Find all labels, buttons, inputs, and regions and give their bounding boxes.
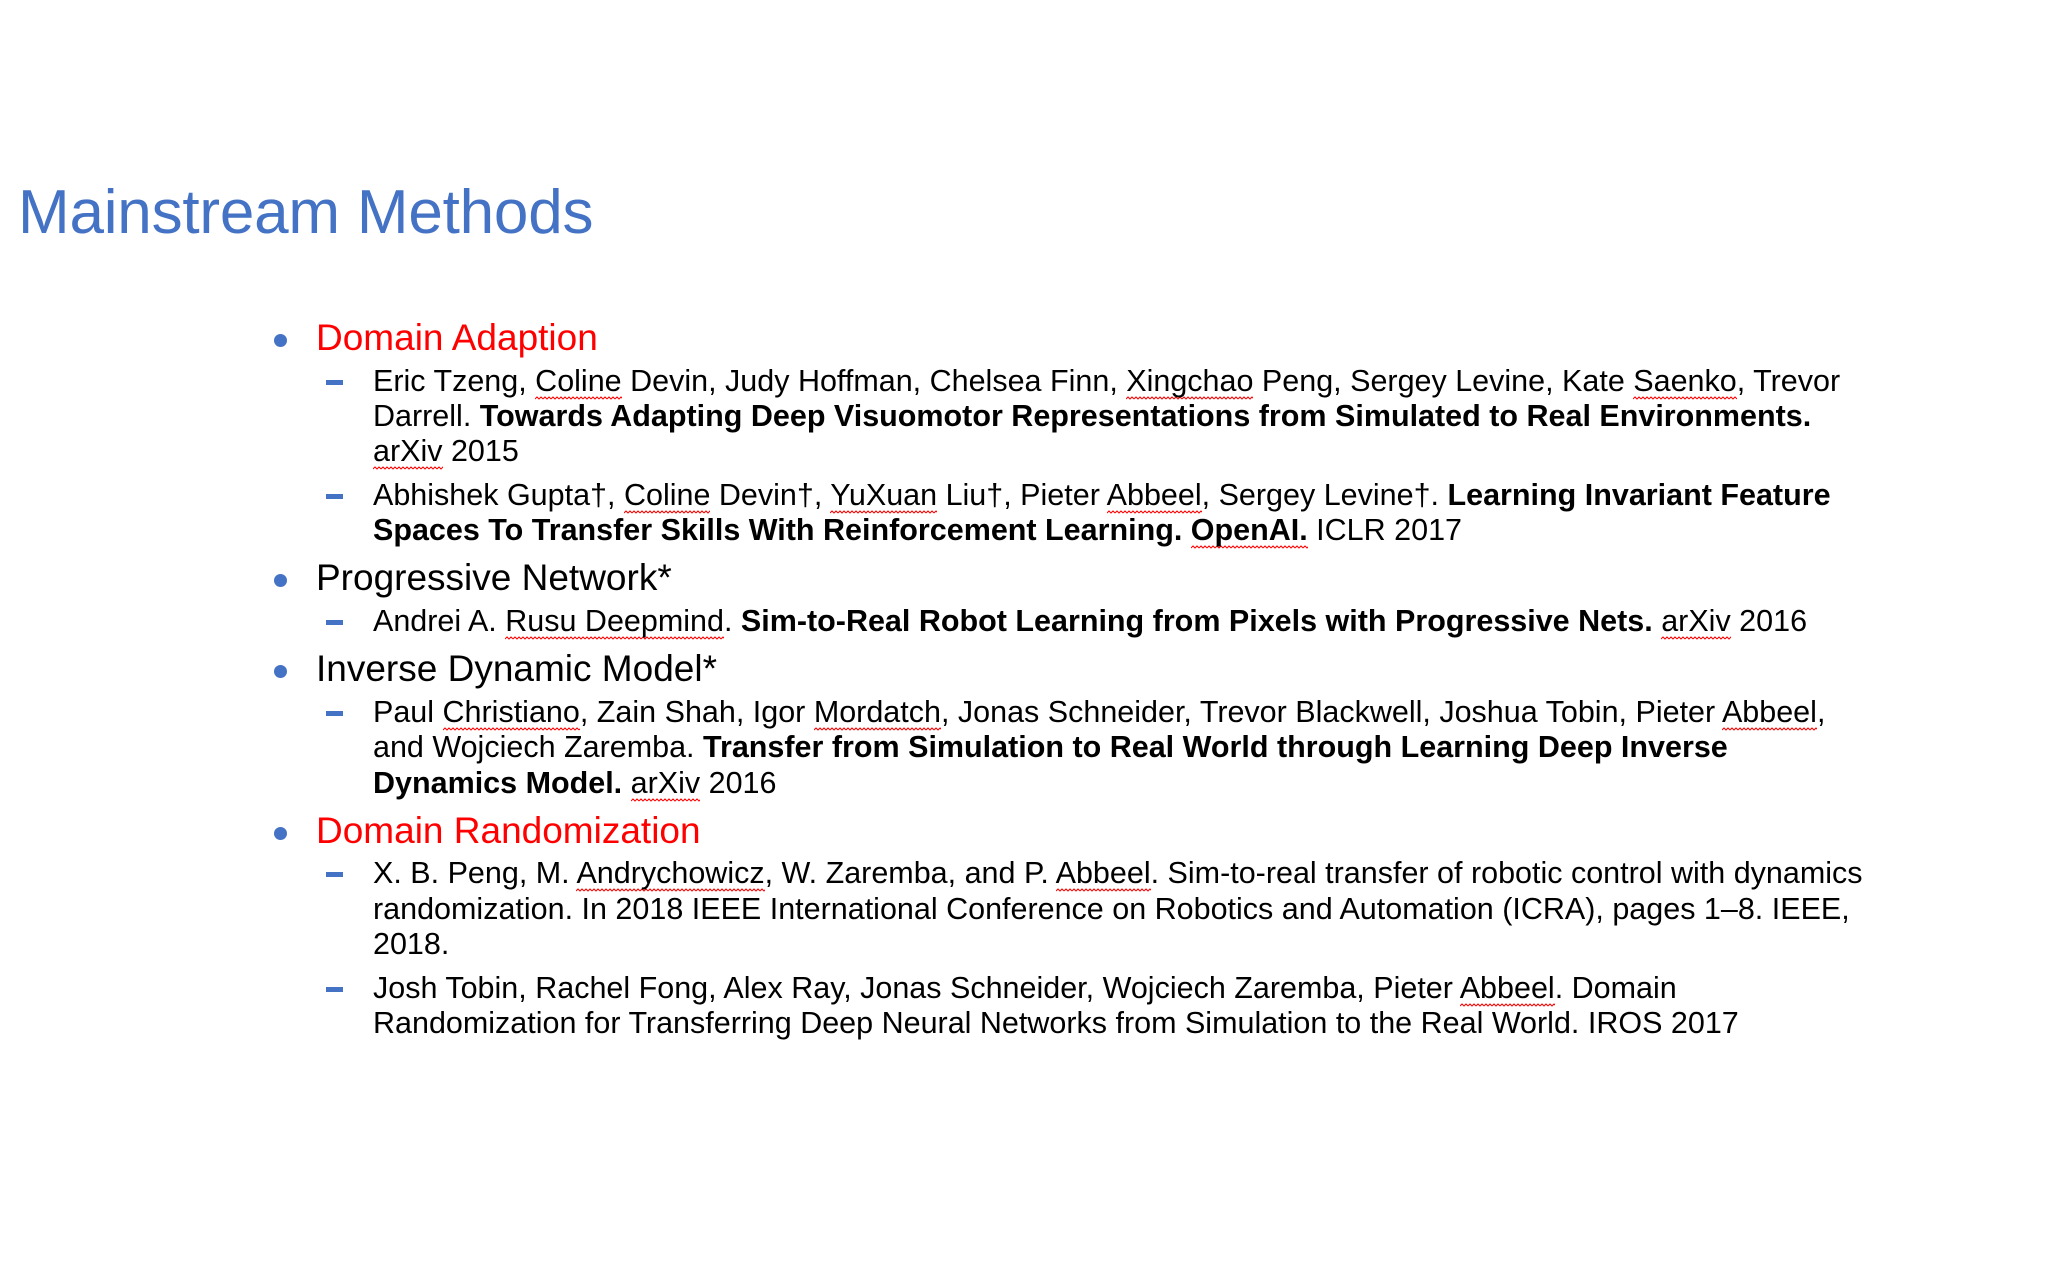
sub-bullet-dash-icon	[326, 872, 343, 878]
citation-text-part: , Jonas Schneider, Trevor Blackwell, Jos…	[940, 694, 1722, 729]
citation-venue: 2016	[700, 765, 777, 800]
bullet-section-inverse-dynamic-model: Inverse Dynamic Model* Paul Christiano, …	[268, 646, 1868, 802]
citation-text-part: .	[723, 603, 741, 638]
misspelled-word: arXiv	[1661, 603, 1731, 640]
misspelled-word: Mordatch	[813, 694, 941, 731]
misspelled-word: Saenko	[1633, 363, 1737, 400]
misspelled-word: Coline	[535, 363, 622, 400]
citation-text-part: Devin, Judy Hoffman, Chelsea Finn,	[621, 363, 1127, 398]
slide-body: Domain Adaption Eric Tzeng, Coline Devin…	[268, 315, 1868, 1041]
citation-item: X. B. Peng, M. Andrychowicz, W. Zaremba,…	[316, 856, 1868, 962]
citation-item: Abhishek Gupta†, Coline Devin†, YuXuan L…	[316, 477, 1868, 549]
misspelled-word: Xingchao	[1126, 363, 1254, 400]
bullet-dot-icon	[274, 334, 287, 347]
misspelled-word: Abbeel	[1055, 856, 1151, 893]
citation-paper-title: Towards Adapting Deep Visuomotor Represe…	[479, 398, 1812, 433]
slide-canvas: Mainstream Methods Domain Adaption Eric …	[0, 0, 2051, 1282]
citation-text-part: Paul	[373, 694, 443, 729]
citation-text-part: Liu†, Pieter	[937, 477, 1107, 512]
citation-list-progressive-network: Andrei A. Rusu Deepmind. Sim-to-Real Rob…	[316, 603, 1868, 640]
misspelled-word: Andrychowicz	[576, 856, 765, 893]
citation-text-part: Abhishek Gupta†,	[373, 477, 624, 512]
misspelled-word: OpenAI.	[1190, 513, 1308, 549]
bullet-section-domain-randomization: Domain Randomization X. B. Peng, M. Andr…	[268, 808, 1868, 1041]
citation-item: Eric Tzeng, Coline Devin, Judy Hoffman, …	[316, 363, 1868, 471]
misspelled-word: arXiv	[373, 434, 443, 471]
bullet-dot-icon	[274, 826, 287, 840]
misspelled-word: YuXuan	[830, 477, 938, 514]
sub-bullet-dash-icon	[326, 710, 343, 716]
citation-venue: ICLR 2017	[1307, 513, 1462, 547]
citation-item: Josh Tobin, Rachel Fong, Alex Ray, Jonas…	[316, 970, 1868, 1042]
citation-text-part: Andrei A.	[373, 603, 506, 638]
section-heading-progressive-network: Progressive Network*	[316, 557, 672, 599]
bullet-dot-icon	[274, 665, 287, 679]
citation-text-part: Peng, Sergey Levine, Kate	[1253, 363, 1634, 398]
citation-text-part: Josh Tobin, Rachel Fong, Alex Ray, Jonas…	[373, 970, 1460, 1005]
citation-text-part: , W. Zaremba, and P.	[764, 856, 1056, 891]
misspelled-word: Christiano	[442, 694, 580, 731]
section-heading-domain-randomization: Domain Randomization	[316, 809, 701, 851]
section-heading-domain-adaption: Domain Adaption	[316, 317, 598, 358]
citation-list-domain-adaption: Eric Tzeng, Coline Devin, Judy Hoffman, …	[316, 363, 1868, 549]
bullet-section-domain-adaption: Domain Adaption Eric Tzeng, Coline Devin…	[268, 315, 1868, 549]
citation-text-part	[1653, 604, 1661, 638]
section-heading-inverse-dynamic-model: Inverse Dynamic Model*	[316, 648, 717, 690]
citation-venue: 2015	[442, 434, 519, 469]
citation-text-part: Devin†,	[710, 477, 831, 512]
citation-item: Andrei A. Rusu Deepmind. Sim-to-Real Rob…	[316, 603, 1868, 640]
sub-bullet-dash-icon	[326, 619, 343, 625]
bullet-dot-icon	[274, 574, 287, 588]
citation-venue: 2016	[1730, 603, 1808, 638]
citation-text-part: , Sergey Levine†.	[1201, 477, 1448, 512]
bullet-section-progressive-network: Progressive Network* Andrei A. Rusu Deep…	[268, 555, 1868, 640]
page-title: Mainstream Methods	[18, 178, 594, 247]
citation-text-part: X. B. Peng, M.	[373, 856, 577, 891]
citation-text-part: Eric Tzeng,	[373, 363, 536, 398]
citation-list-inverse-dynamic-model: Paul Christiano, Zain Shah, Igor Mordatc…	[316, 694, 1868, 802]
misspelled-word: Coline	[623, 477, 711, 514]
citation-list-domain-randomization: X. B. Peng, M. Andrychowicz, W. Zaremba,…	[316, 856, 1868, 1041]
citation-text-part: , Zain Shah, Igor	[579, 694, 814, 729]
misspelled-word: Abbeel	[1721, 694, 1817, 731]
citation-text-part	[622, 766, 630, 800]
citation-paper-title: Sim-to-Real Robot Learning from Pixels w…	[740, 603, 1653, 638]
misspelled-word: Rusu Deepmind	[505, 603, 724, 640]
misspelled-word: Abbeel	[1459, 970, 1555, 1007]
sub-bullet-dash-icon	[326, 986, 343, 992]
misspelled-word: arXiv	[630, 765, 701, 802]
sub-bullet-dash-icon	[326, 493, 343, 499]
citation-item: Paul Christiano, Zain Shah, Igor Mordatc…	[316, 694, 1868, 802]
sub-bullet-dash-icon	[326, 379, 343, 385]
misspelled-word: Abbeel	[1106, 477, 1202, 514]
